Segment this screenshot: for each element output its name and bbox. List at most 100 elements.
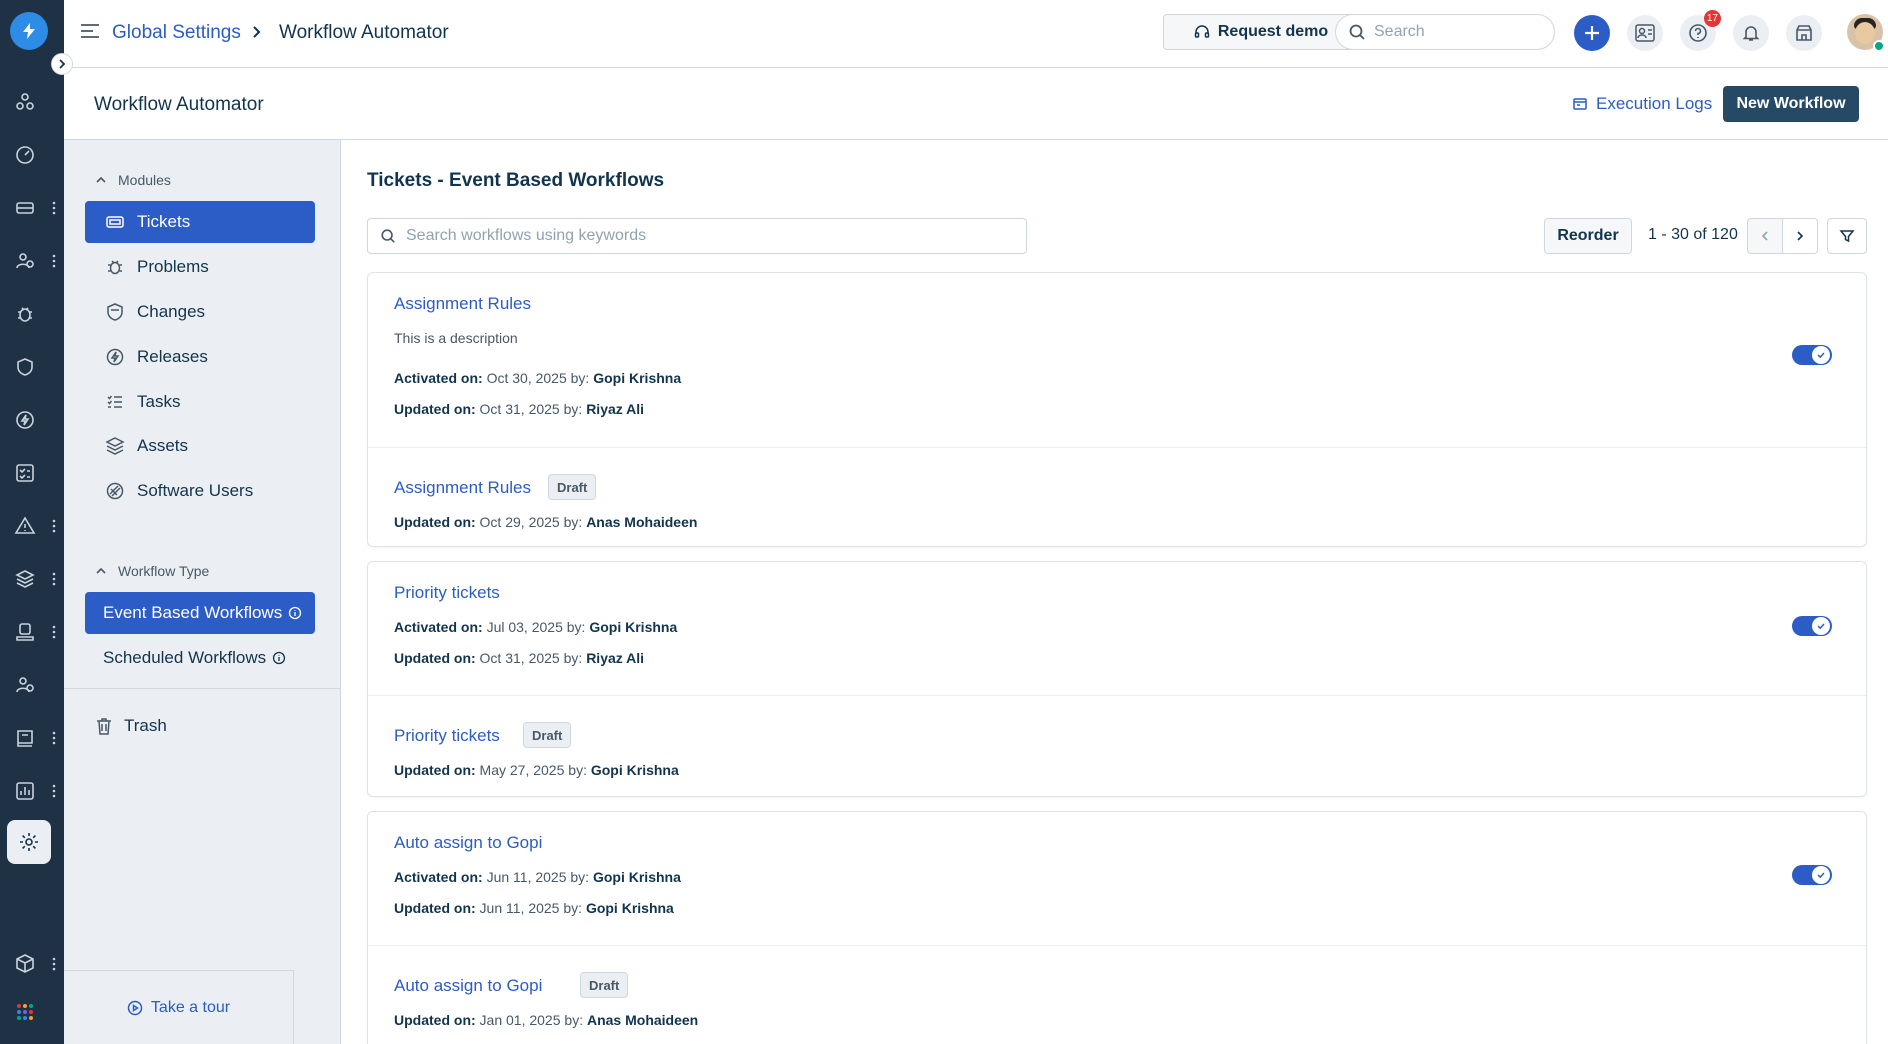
quick-create-button[interactable] <box>1574 15 1610 51</box>
sidebar-item-changes[interactable]: Changes <box>85 291 315 333</box>
workflow-status-toggle[interactable] <box>1792 616 1832 636</box>
tasks-icon <box>107 395 122 408</box>
check-icon <box>1817 352 1825 359</box>
request-demo-button[interactable]: Request demo <box>1163 14 1359 50</box>
more-icon[interactable] <box>52 783 56 799</box>
take-tour-link[interactable]: Take a tour <box>64 970 294 1044</box>
chevron-right-icon <box>253 26 261 38</box>
contact-card-icon <box>1635 24 1655 42</box>
filter-button[interactable] <box>1827 218 1867 254</box>
reorder-button[interactable]: Reorder <box>1544 218 1632 254</box>
global-search-input[interactable] <box>1374 23 1534 41</box>
workflow-name-link[interactable]: Auto assign to Gopi <box>394 833 542 853</box>
take-tour-label: Take a tour <box>150 998 231 1016</box>
workflow-name-link[interactable]: Assignment Rules <box>394 294 531 314</box>
updated-info: Updated on: May 27, 2025 by: Gopi Krishn… <box>394 762 679 778</box>
rail-changes[interactable] <box>0 345 64 389</box>
sidebar-item-event-based-workflows[interactable]: Event Based Workflows <box>85 592 315 634</box>
workflow-draft-row: Assignment Rules Draft Updated on: Oct 2… <box>368 447 1866 546</box>
menu-icon[interactable] <box>80 22 100 40</box>
activated-date: Jun 11, 2025 <box>486 869 567 885</box>
help-button[interactable]: 17 <box>1680 10 1721 51</box>
notifications-button[interactable] <box>1733 15 1769 51</box>
shield-icon <box>107 303 123 321</box>
sidebar-item-software-users[interactable]: Software Users <box>85 470 315 512</box>
layers-icon <box>15 570 35 588</box>
rail-dashboard[interactable] <box>0 80 64 124</box>
book-icon <box>17 730 33 747</box>
rail-analytics[interactable] <box>0 769 64 813</box>
rail-releases[interactable] <box>0 398 64 442</box>
expand-rail-button[interactable] <box>51 53 73 75</box>
by-label: by: <box>563 650 583 666</box>
stamp-icon <box>16 623 34 641</box>
app-grid-icon <box>17 1004 33 1020</box>
rail-assets[interactable] <box>0 557 64 601</box>
toggle-knob <box>1812 866 1830 884</box>
more-icon[interactable] <box>52 253 56 269</box>
info-icon[interactable] <box>272 651 286 665</box>
contacts-button[interactable] <box>1627 15 1663 51</box>
sidebar-item-assets[interactable]: Assets <box>85 425 315 467</box>
cube-icon <box>16 954 34 973</box>
rail-settings[interactable] <box>0 820 64 864</box>
more-icon[interactable] <box>52 624 56 640</box>
global-search[interactable] <box>1335 14 1555 50</box>
info-icon[interactable] <box>288 606 302 620</box>
release-icon <box>16 411 34 429</box>
bug-icon <box>18 307 32 322</box>
sidebar-item-problems[interactable]: Problems <box>85 246 315 288</box>
sidebar-item-tasks[interactable]: Tasks <box>85 381 315 423</box>
by-label: by: <box>563 514 583 530</box>
more-icon[interactable] <box>52 200 56 216</box>
headset-icon <box>1194 25 1210 38</box>
updated-date: Oct 31, 2025 <box>479 650 560 666</box>
sidebar-item-tickets[interactable]: Tickets <box>85 201 315 243</box>
sidebar-item-scheduled-workflows[interactable]: Scheduled Workflows <box>85 637 315 679</box>
alert-icon <box>14 516 36 534</box>
by-label: by: <box>568 762 587 778</box>
modules-section-toggle[interactable]: Modules <box>96 172 171 188</box>
rail-gauge[interactable] <box>0 133 64 177</box>
updated-date: Oct 29, 2025 <box>479 514 560 530</box>
rail-users[interactable] <box>0 239 64 283</box>
more-icon[interactable] <box>52 571 56 587</box>
rail-cube[interactable] <box>0 942 64 986</box>
rail-knowledge[interactable] <box>0 716 64 760</box>
sidebar-item-trash[interactable]: Trash <box>76 705 306 747</box>
execution-logs-link[interactable]: Execution Logs <box>1572 94 1712 114</box>
app-logo-icon[interactable] <box>10 12 48 50</box>
updated-by: Gopi Krishna <box>585 900 674 916</box>
rail-tickets[interactable] <box>0 186 64 230</box>
rail-people[interactable] <box>0 663 64 707</box>
more-icon[interactable] <box>52 518 56 534</box>
breadcrumb-parent-link[interactable]: Global Settings <box>112 22 241 44</box>
more-icon[interactable] <box>52 956 56 972</box>
updated-date: Oct 31, 2025 <box>479 401 560 417</box>
marketplace-button[interactable] <box>1786 15 1822 51</box>
draft-name-link[interactable]: Assignment Rules <box>394 478 531 498</box>
rail-problems[interactable] <box>0 292 64 336</box>
rail-tasks[interactable] <box>0 451 64 495</box>
chevron-up-icon <box>96 176 106 183</box>
new-workflow-button[interactable]: New Workflow <box>1723 86 1859 122</box>
rail-contracts[interactable] <box>0 610 64 654</box>
rail-alerts[interactable] <box>0 504 64 548</box>
workflow-search-input[interactable] <box>406 227 1006 245</box>
previous-page-button[interactable] <box>1747 218 1783 254</box>
workflow-type-section-toggle[interactable]: Workflow Type <box>96 563 209 579</box>
draft-name-link[interactable]: Auto assign to Gopi <box>394 976 542 996</box>
user-avatar[interactable] <box>1847 14 1885 52</box>
workflow-name-link[interactable]: Priority tickets <box>394 583 500 603</box>
workflow-status-toggle[interactable] <box>1792 345 1832 365</box>
workflow-search[interactable] <box>367 218 1027 254</box>
activated-info: Activated on: Oct 30, 2025 by: Gopi Kris… <box>394 370 681 386</box>
draft-name-link[interactable]: Priority tickets <box>394 726 500 746</box>
next-page-button[interactable] <box>1782 218 1818 254</box>
updated-on-label: Updated on: <box>394 650 476 666</box>
page-title: Workflow Automator <box>94 94 264 115</box>
sidebar-item-releases[interactable]: Releases <box>85 336 315 378</box>
workflow-status-toggle[interactable] <box>1792 865 1832 885</box>
rail-apps[interactable] <box>0 990 64 1034</box>
more-icon[interactable] <box>52 730 56 746</box>
